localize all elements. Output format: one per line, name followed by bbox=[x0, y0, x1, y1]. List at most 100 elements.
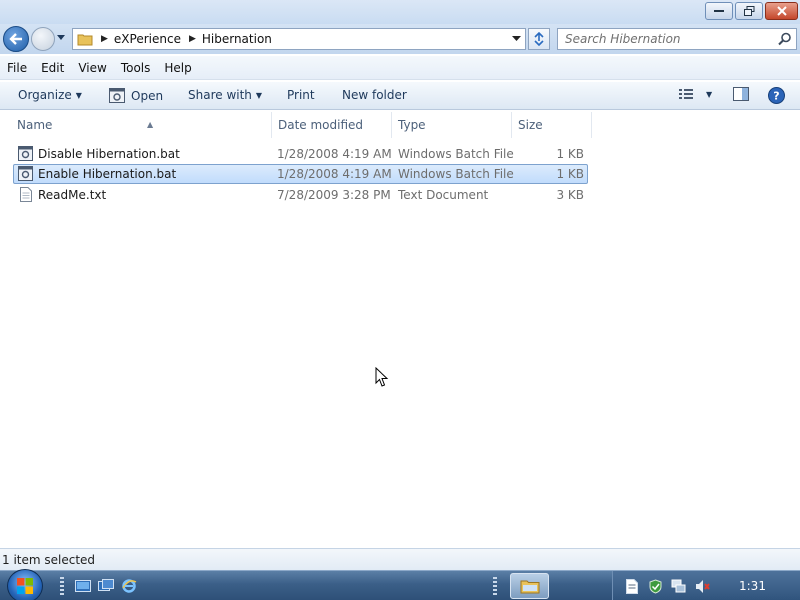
minimize-icon bbox=[714, 10, 724, 12]
column-name-label: Name bbox=[17, 118, 53, 132]
status-bar: 1 item selected bbox=[0, 548, 800, 570]
batch-file-icon bbox=[18, 166, 33, 181]
taskbar-explorer-button[interactable] bbox=[510, 573, 549, 599]
file-name: Disable Hibernation.bat bbox=[38, 147, 180, 161]
chevron-down-icon: ▼ bbox=[255, 90, 263, 100]
taskbar: 1:31 bbox=[0, 569, 800, 600]
menu-tools[interactable]: Tools bbox=[121, 61, 151, 75]
menu-file[interactable]: File bbox=[7, 61, 27, 75]
back-button[interactable] bbox=[3, 26, 29, 52]
column-header-name[interactable]: Name ▲ bbox=[11, 112, 272, 138]
breadcrumb-separator-icon[interactable]: ▶ bbox=[101, 34, 108, 44]
document-tray-icon[interactable] bbox=[624, 579, 639, 594]
file-size: 1 KB bbox=[556, 147, 584, 161]
breadcrumb-experience[interactable]: eXPerience bbox=[114, 32, 181, 46]
change-view-button[interactable]: ▼ bbox=[678, 87, 712, 101]
file-row-selected[interactable]: Enable Hibernation.bat 1/28/2008 4:19 AM… bbox=[13, 164, 588, 184]
file-date: 7/28/2009 3:28 PM bbox=[277, 188, 391, 202]
window-controls bbox=[705, 2, 798, 20]
batch-file-icon bbox=[18, 146, 33, 161]
file-type: Windows Batch File bbox=[398, 167, 514, 181]
forward-button[interactable] bbox=[31, 27, 55, 51]
new-folder-label: New folder bbox=[342, 88, 407, 102]
breadcrumb-hibernation[interactable]: Hibernation bbox=[202, 32, 272, 46]
column-type-label: Type bbox=[398, 118, 426, 132]
open-button[interactable]: Open bbox=[109, 88, 163, 103]
file-type: Text Document bbox=[398, 188, 489, 202]
close-icon bbox=[776, 6, 787, 16]
preview-pane-button[interactable] bbox=[733, 87, 749, 101]
help-button[interactable]: ? bbox=[768, 87, 785, 104]
refresh-button[interactable] bbox=[528, 28, 550, 50]
windows-logo-icon bbox=[17, 578, 33, 594]
file-row[interactable]: Disable Hibernation.bat 1/28/2008 4:19 A… bbox=[13, 144, 588, 164]
organize-button[interactable]: Organize ▼ bbox=[18, 88, 82, 102]
menu-help[interactable]: Help bbox=[164, 61, 191, 75]
switch-windows-icon[interactable] bbox=[98, 578, 114, 594]
notification-area: 1:31 bbox=[612, 571, 800, 600]
batch-file-icon bbox=[109, 88, 125, 103]
file-row[interactable]: ReadMe.txt 7/28/2009 3:28 PM Text Docume… bbox=[13, 185, 588, 205]
address-bar[interactable]: ▶ eXPerience ▶ Hibernation bbox=[72, 28, 526, 50]
restore-icon bbox=[743, 6, 754, 16]
start-button[interactable] bbox=[7, 569, 43, 600]
refresh-icon bbox=[534, 32, 544, 46]
folder-icon bbox=[77, 34, 93, 46]
show-desktop-icon[interactable] bbox=[75, 578, 91, 594]
folder-icon bbox=[520, 580, 539, 594]
security-shield-icon[interactable] bbox=[648, 579, 663, 594]
organize-label: Organize bbox=[18, 88, 72, 102]
chevron-down-icon: ▼ bbox=[706, 89, 713, 99]
sort-ascending-icon: ▲ bbox=[147, 120, 154, 129]
open-label: Open bbox=[131, 88, 164, 103]
command-bar: Organize ▼ Open Share with ▼ Print New f… bbox=[0, 82, 800, 110]
volume-muted-icon[interactable] bbox=[695, 579, 710, 594]
address-dropdown-icon[interactable] bbox=[512, 36, 521, 42]
new-folder-button[interactable]: New folder bbox=[342, 88, 407, 102]
file-date: 1/28/2008 4:19 AM bbox=[277, 167, 392, 181]
column-header-date[interactable]: Date modified bbox=[272, 112, 392, 138]
file-date: 1/28/2008 4:19 AM bbox=[277, 147, 392, 161]
help-icon: ? bbox=[768, 87, 785, 104]
toolbar-gripper[interactable] bbox=[493, 577, 497, 595]
column-header-type[interactable]: Type bbox=[392, 112, 512, 138]
minimize-button[interactable] bbox=[705, 2, 733, 20]
column-header-size[interactable]: Size bbox=[512, 112, 592, 138]
svg-text:?: ? bbox=[773, 90, 779, 103]
network-icon[interactable] bbox=[671, 579, 686, 594]
search-icon[interactable] bbox=[778, 32, 792, 46]
text-file-icon bbox=[20, 187, 32, 202]
maximize-button[interactable] bbox=[735, 2, 763, 20]
menu-bar: File Edit View Tools Help bbox=[0, 56, 800, 80]
file-type: Windows Batch File bbox=[398, 147, 514, 161]
column-headers: Name ▲ Date modified Type Size bbox=[0, 112, 800, 138]
menu-edit[interactable]: Edit bbox=[41, 61, 64, 75]
mouse-cursor-icon bbox=[375, 367, 389, 387]
toolbar-gripper[interactable] bbox=[60, 577, 64, 595]
details-view-icon bbox=[679, 89, 693, 99]
column-size-label: Size bbox=[518, 118, 543, 132]
internet-explorer-icon[interactable] bbox=[121, 578, 137, 594]
column-date-label: Date modified bbox=[278, 118, 364, 132]
clock[interactable]: 1:31 bbox=[739, 579, 766, 593]
back-arrow-icon bbox=[9, 33, 22, 45]
share-with-button[interactable]: Share with ▼ bbox=[188, 88, 262, 102]
breadcrumb-separator-icon[interactable]: ▶ bbox=[189, 34, 196, 44]
print-button[interactable]: Print bbox=[287, 88, 315, 102]
close-button[interactable] bbox=[765, 2, 798, 20]
print-label: Print bbox=[287, 88, 315, 102]
chevron-down-icon: ▼ bbox=[75, 90, 82, 100]
file-name: Enable Hibernation.bat bbox=[38, 167, 177, 181]
status-text: 1 item selected bbox=[2, 553, 96, 567]
file-size: 1 KB bbox=[556, 167, 584, 181]
menu-view[interactable]: View bbox=[78, 61, 106, 75]
search-input[interactable] bbox=[558, 29, 768, 49]
preview-pane-icon bbox=[733, 87, 749, 101]
file-name: ReadMe.txt bbox=[38, 188, 107, 202]
share-with-label: Share with bbox=[188, 88, 252, 102]
recent-pages-dropdown-icon[interactable] bbox=[57, 35, 65, 41]
search-box[interactable] bbox=[557, 28, 797, 50]
file-size: 3 KB bbox=[556, 188, 584, 202]
title-bar bbox=[0, 0, 800, 24]
navigation-bar: ▶ eXPerience ▶ Hibernation bbox=[0, 24, 800, 54]
